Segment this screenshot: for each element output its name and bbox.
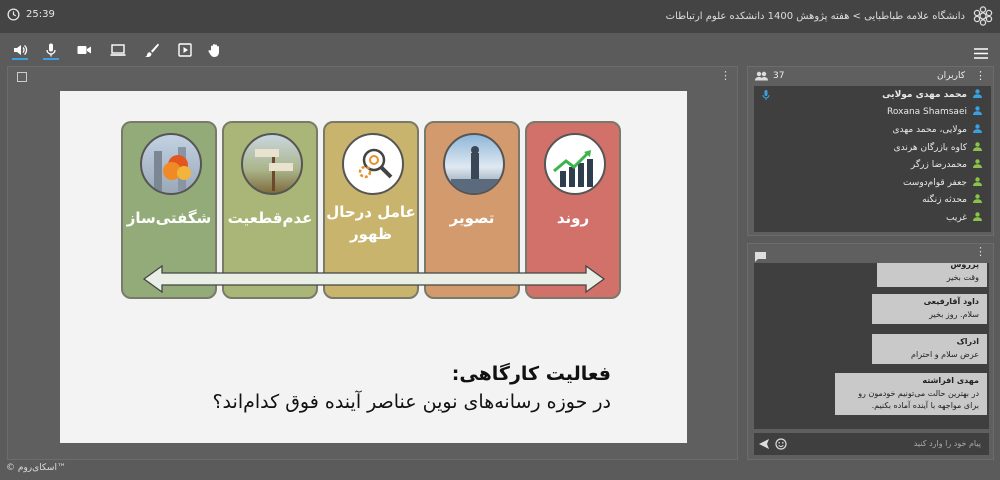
users-count: 37: [773, 70, 785, 81]
users-icon: [755, 71, 768, 80]
user-icon: [973, 194, 982, 206]
user-name: Roxana Shamsaei: [887, 107, 967, 118]
fullscreen-icon[interactable]: [17, 72, 27, 82]
user-icon: [973, 141, 982, 154]
chat-panel: ⋮ پرروس وقت بخیر داود آقارفیعی سلام. روز بخ…: [747, 243, 994, 460]
activity-title: فعالیت کارگاهی:: [451, 363, 611, 385]
user-icon: [973, 106, 982, 118]
emoji-icon[interactable]: [775, 438, 787, 450]
user-row[interactable]: غریب: [754, 209, 991, 227]
user-row[interactable]: Roxana Shamsaei: [754, 104, 991, 122]
top-bar: 25:39 دانشگاه علامه طباطبایی > هفته پژوه…: [0, 0, 1000, 33]
slide: روند تصویر عامل درحال ظهور عدم‌قطعیت شگف…: [60, 91, 687, 443]
user-icon: [973, 124, 982, 136]
users-panel-header: 37 کاربران ⋮: [748, 67, 993, 84]
user-name: محدثه زنگنه: [922, 195, 967, 206]
toolbar: [0, 33, 1000, 66]
camera-icon[interactable]: [76, 42, 92, 58]
card-label: تصویر: [449, 209, 495, 227]
card-label: شگفتی‌ساز: [126, 209, 212, 227]
send-icon[interactable]: [758, 438, 770, 450]
user-name: محمدرضا زرگر: [910, 160, 967, 171]
session-timer: 25:39: [7, 8, 55, 21]
user-row[interactable]: جعفر قوام‌دوست: [754, 174, 991, 192]
chat-text: عرض سلام و احترام: [911, 350, 979, 359]
user-mic-icon: [762, 90, 770, 103]
chat-author: مهدی افراشته: [922, 376, 979, 385]
user-row[interactable]: کاوه بازرگان هرندی: [754, 139, 991, 157]
chat-options-icon[interactable]: ⋮: [975, 245, 986, 258]
chat-author: پرروس: [950, 263, 979, 269]
users-panel: 37 کاربران ⋮ محمد مهدی مولایی Roxana Sham…: [747, 66, 994, 236]
user-name: مولایی، محمد مهدی: [892, 124, 967, 135]
chat-message: پرروس وقت بخیر: [877, 263, 987, 287]
user-name: جعفر قوام‌دوست: [902, 177, 967, 188]
activity-question: در حوزه رسانه‌های نوین عناصر آینده فوق ک…: [212, 391, 611, 413]
presentation-stage: ⋮ روند تصویر عامل درحال ظهور عدم‌قطعیت: [7, 66, 738, 460]
screen-share-icon[interactable]: [110, 42, 126, 58]
user-icon: [973, 159, 982, 171]
user-row[interactable]: محمد مهدی مولایی: [754, 86, 991, 104]
double-arrow-icon: [142, 264, 606, 294]
vision-photo-icon: [443, 133, 505, 195]
user-name: محمد مهدی مولایی: [882, 89, 967, 100]
signpost-photo-icon: [241, 133, 303, 195]
timer-text: 25:39: [26, 9, 55, 20]
microphone-active-indicator: [43, 58, 59, 60]
university-logo-icon: [972, 5, 994, 31]
chat-input[interactable]: پیام خود را وارد کنید: [754, 433, 989, 455]
card-label: عامل درحال ظهور: [326, 203, 416, 243]
speaker-icon[interactable]: [12, 42, 28, 58]
chat-text: وقت بخیر: [946, 273, 979, 282]
user-icon: [973, 89, 982, 101]
room-title: دانشگاه علامه طباطبایی > هفته پژوهش 1400…: [665, 11, 965, 22]
card-label: عدم‌قطعیت: [227, 209, 313, 227]
chat-placeholder: پیام خود را وارد کنید: [913, 439, 981, 448]
users-panel-title: کاربران: [937, 70, 965, 81]
chat-message: ادراک عرض سلام و احترام: [872, 334, 987, 364]
user-row[interactable]: محدثه زنگنه: [754, 192, 991, 210]
chat-message: مهدی افراشته در بهترین حالت می‌تونیم خودم…: [835, 373, 987, 415]
chat-text: سلام. روز بخیر: [929, 310, 979, 319]
magnifier-gear-icon: [342, 133, 404, 195]
play-icon[interactable]: [177, 42, 193, 58]
brand-footer: © اسکای‌روم™: [6, 463, 66, 473]
chat-message: داود آقارفیعی سلام. روز بخیر: [872, 294, 987, 324]
card-label: روند: [556, 209, 590, 227]
user-icon: [973, 212, 982, 224]
users-options-icon[interactable]: ⋮: [975, 69, 986, 82]
stage-options-icon[interactable]: ⋮: [720, 69, 731, 82]
menu-icon[interactable]: [974, 44, 988, 59]
speaker-active-indicator: [12, 58, 28, 60]
user-name: کاوه بازرگان هرندی: [893, 142, 967, 153]
trend-chart-icon: [544, 133, 606, 195]
chat-messages: پرروس وقت بخیر داود آقارفیعی سلام. روز بخیر…: [754, 263, 989, 429]
user-icon: [973, 177, 982, 189]
chat-text: در بهترین حالت می‌تونیم خودمون رو برای م…: [858, 389, 979, 410]
explosion-photo-icon: [140, 133, 202, 195]
user-name: غریب: [945, 212, 967, 223]
brush-icon[interactable]: [144, 42, 160, 58]
microphone-icon[interactable]: [43, 42, 59, 58]
raise-hand-icon[interactable]: [207, 42, 223, 58]
chat-author: داود آقارفیعی: [923, 297, 979, 306]
user-row[interactable]: مولایی، محمد مهدی: [754, 121, 991, 139]
user-row[interactable]: محمدرضا زرگر: [754, 156, 991, 174]
users-list: محمد مهدی مولایی Roxana Shamsaei مولایی، م…: [754, 86, 991, 232]
clock-icon: [7, 8, 20, 21]
chat-author: ادراک: [956, 337, 979, 346]
